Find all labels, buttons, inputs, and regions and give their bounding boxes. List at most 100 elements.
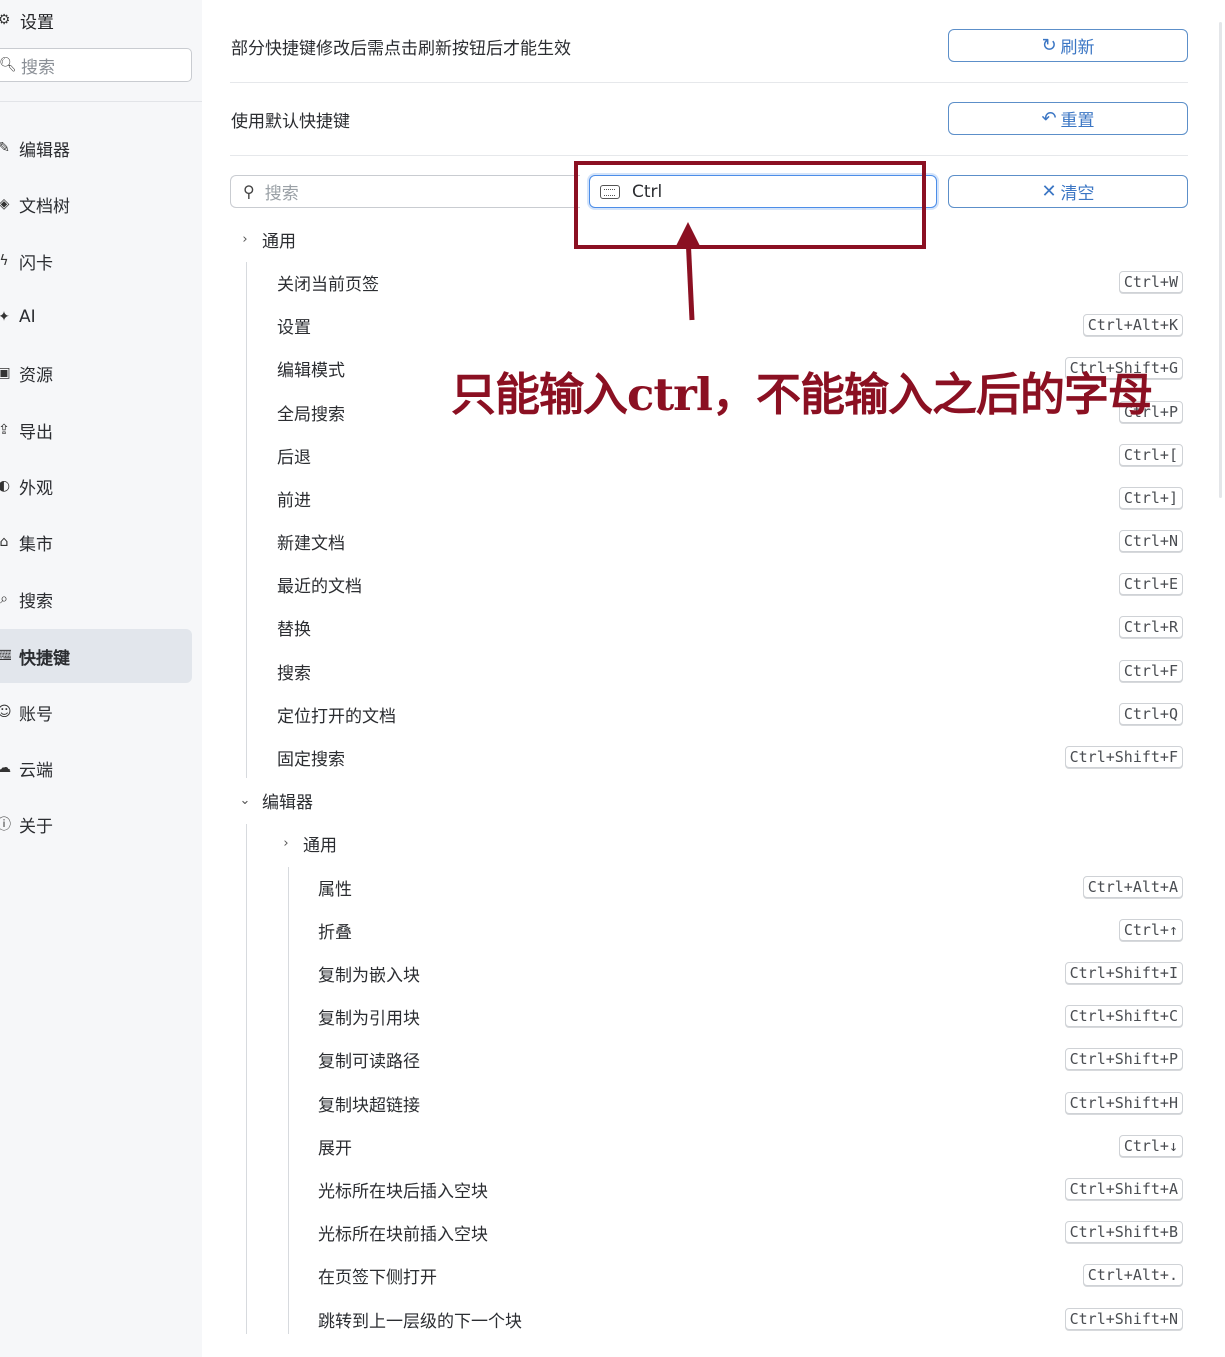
settings-sidebar: ⚙ 设置 🔍︎ 搜索 ✎ 编辑器 ◈ 文档树 ϟ 闪卡 ✦ AI ▣ 资源 ⇪ …	[0, 0, 202, 1357]
sidebar-item-account[interactable]: ☺ 账号	[0, 692, 192, 732]
refresh-icon: ↻	[1041, 35, 1057, 56]
subgroup-editor-general[interactable]: › 通用	[279, 831, 337, 856]
shortcut-name: 最近的文档	[277, 576, 362, 597]
cloud-icon: ☁	[0, 760, 11, 776]
shortcut-key[interactable]: Ctrl+Shift+P	[1064, 1048, 1183, 1070]
sidebar-item-label: 集市	[19, 534, 53, 555]
sparkle-icon: ✦	[0, 309, 10, 325]
shortcut-key[interactable]: Ctrl+Shift+H	[1064, 1092, 1183, 1114]
shortcut-key[interactable]: Ctrl+Alt+K	[1082, 314, 1183, 336]
shortcut-row[interactable]: 设置 Ctrl+Alt+K	[277, 311, 1183, 339]
shortcut-row[interactable]: 跳转到上一层级的下一个块 Ctrl+Shift+N	[318, 1305, 1183, 1333]
shortcut-row[interactable]: 替换 Ctrl+R	[277, 613, 1183, 641]
sidebar-item-assets[interactable]: ▣ 资源	[0, 353, 192, 393]
settings-title: ⚙ 设置	[0, 8, 54, 33]
keyboard-icon: ⌨	[0, 648, 11, 664]
shortcut-key[interactable]: Ctrl+Shift+F	[1064, 746, 1183, 768]
shortcut-row[interactable]: 复制为引用块 Ctrl+Shift+C	[318, 1002, 1183, 1030]
account-icon: ☺	[0, 704, 11, 720]
shortcut-row[interactable]: 最近的文档 Ctrl+E	[277, 570, 1183, 598]
sidebar-search-input[interactable]: 🔍︎ 搜索	[0, 48, 192, 82]
shortcut-key[interactable]: Ctrl+Shift+C	[1064, 1005, 1183, 1027]
shortcut-row[interactable]: 属性 Ctrl+Alt+A	[318, 873, 1183, 901]
sidebar-item-appearance[interactable]: ◐ 外观	[0, 466, 192, 506]
undo-icon: ↶	[1041, 108, 1057, 129]
shortcut-name: 复制块超链接	[318, 1095, 420, 1116]
keymap-search-input[interactable]: ⚲ 搜索	[230, 175, 580, 208]
shortcut-name: 新建文档	[277, 533, 345, 554]
sidebar-item-bazaar[interactable]: ⌂ 集市	[0, 522, 192, 562]
shortcut-row[interactable]: 新建文档 Ctrl+N	[277, 527, 1183, 555]
shortcut-key[interactable]: Ctrl+↓	[1118, 1135, 1183, 1157]
sidebar-item-search[interactable]: ⌕ 搜索	[0, 579, 192, 619]
shortcut-key[interactable]: Ctrl+Shift+A	[1064, 1178, 1183, 1200]
sidebar-item-export[interactable]: ⇪ 导出	[0, 410, 192, 450]
shortcut-key[interactable]: Ctrl+N	[1118, 530, 1183, 552]
shortcut-key[interactable]: Ctrl+Alt+.	[1082, 1264, 1183, 1286]
reset-button-label: 重置	[1060, 111, 1095, 131]
pen-icon: ✎	[0, 140, 10, 156]
shortcut-key[interactable]: Ctrl+↑	[1118, 919, 1183, 941]
sidebar-item-label: 关于	[19, 816, 53, 837]
group-editor[interactable]: ⌄ 编辑器	[238, 788, 313, 813]
reset-button[interactable]: ↶ 重置	[948, 102, 1188, 135]
shortcut-row[interactable]: 前进 Ctrl+]	[277, 484, 1183, 512]
shortcut-name: 编辑模式	[277, 360, 345, 381]
sidebar-item-label: 搜索	[19, 591, 53, 612]
annotation-highlight-box	[574, 161, 926, 249]
shortcut-key[interactable]: Ctrl+Q	[1118, 703, 1183, 725]
scrollbar[interactable]	[1219, 22, 1222, 498]
divider	[230, 155, 1188, 156]
sidebar-item-label: 导出	[19, 422, 53, 443]
search-icon: ⚲	[243, 182, 255, 201]
tree-line	[246, 262, 247, 778]
shortcut-key[interactable]: Ctrl+W	[1118, 271, 1183, 293]
group-title: 通用	[262, 231, 296, 252]
refresh-button[interactable]: ↻ 刷新	[948, 29, 1188, 62]
sidebar-item-cloud[interactable]: ☁ 云端	[0, 748, 192, 788]
image-icon: ▣	[0, 365, 11, 381]
group-general[interactable]: › 通用	[238, 227, 296, 252]
shortcut-key[interactable]: Ctrl+Shift+N	[1064, 1308, 1183, 1330]
shortcut-row[interactable]: 展开 Ctrl+↓	[318, 1132, 1183, 1160]
shortcut-name: 定位打开的文档	[277, 706, 396, 727]
shortcut-name: 属性	[318, 879, 352, 900]
shortcut-row[interactable]: 定位打开的文档 Ctrl+Q	[277, 700, 1183, 728]
layers-icon: ◈	[0, 196, 10, 212]
sidebar-item-editor[interactable]: ✎ 编辑器	[0, 128, 192, 168]
shortcut-key[interactable]: Ctrl+]	[1118, 487, 1183, 509]
shortcut-key[interactable]: Ctrl+E	[1118, 573, 1183, 595]
sidebar-item-keymap[interactable]: ⌨ 快捷键	[0, 629, 192, 683]
shortcut-name: 后退	[277, 447, 311, 468]
export-icon: ⇪	[0, 422, 10, 438]
shortcut-row[interactable]: 复制可读路径 Ctrl+Shift+P	[318, 1045, 1183, 1073]
shortcut-key[interactable]: Ctrl+Alt+A	[1082, 876, 1183, 898]
shortcut-row[interactable]: 关闭当前页签 Ctrl+W	[277, 268, 1183, 296]
sidebar-item-flashcard[interactable]: ϟ 闪卡	[0, 241, 192, 281]
shortcut-row[interactable]: 折叠 Ctrl+↑	[318, 916, 1183, 944]
sidebar-item-filetree[interactable]: ◈ 文档树	[0, 184, 192, 224]
shortcut-name: 关闭当前页签	[277, 274, 379, 295]
shortcut-name: 固定搜索	[277, 749, 345, 770]
shortcut-row[interactable]: 复制块超链接 Ctrl+Shift+H	[318, 1089, 1183, 1117]
shortcut-key[interactable]: Ctrl+Shift+I	[1064, 962, 1183, 984]
shortcut-key[interactable]: Ctrl+Shift+B	[1064, 1221, 1183, 1243]
clear-button[interactable]: ✕ 清空	[948, 175, 1188, 208]
shortcut-row[interactable]: 后退 Ctrl+[	[277, 441, 1183, 469]
chevron-down-icon: ⌄	[239, 792, 251, 808]
shortcut-row[interactable]: 光标所在块后插入空块 Ctrl+Shift+A	[318, 1175, 1183, 1203]
shortcut-key[interactable]: Ctrl+R	[1118, 616, 1183, 638]
shortcut-key[interactable]: Ctrl+[	[1118, 444, 1183, 466]
shortcut-row[interactable]: 复制为嵌入块 Ctrl+Shift+I	[318, 959, 1183, 987]
shortcut-row[interactable]: 搜索 Ctrl+F	[277, 657, 1183, 685]
sidebar-item-ai[interactable]: ✦ AI	[0, 297, 192, 337]
shortcut-row[interactable]: 固定搜索 Ctrl+Shift+F	[277, 743, 1183, 771]
shortcut-name: 光标所在块后插入空块	[318, 1181, 488, 1202]
sidebar-item-label: 资源	[19, 365, 53, 386]
shortcut-row[interactable]: 在页签下侧打开 Ctrl+Alt+.	[318, 1261, 1183, 1289]
shortcut-row[interactable]: 光标所在块前插入空块 Ctrl+Shift+B	[318, 1218, 1183, 1246]
shortcut-name: 复制为嵌入块	[318, 965, 420, 986]
sidebar-item-about[interactable]: ⓘ 关于	[0, 804, 192, 844]
shortcut-key[interactable]: Ctrl+F	[1118, 660, 1183, 682]
settings-title-label: 设置	[20, 12, 54, 33]
